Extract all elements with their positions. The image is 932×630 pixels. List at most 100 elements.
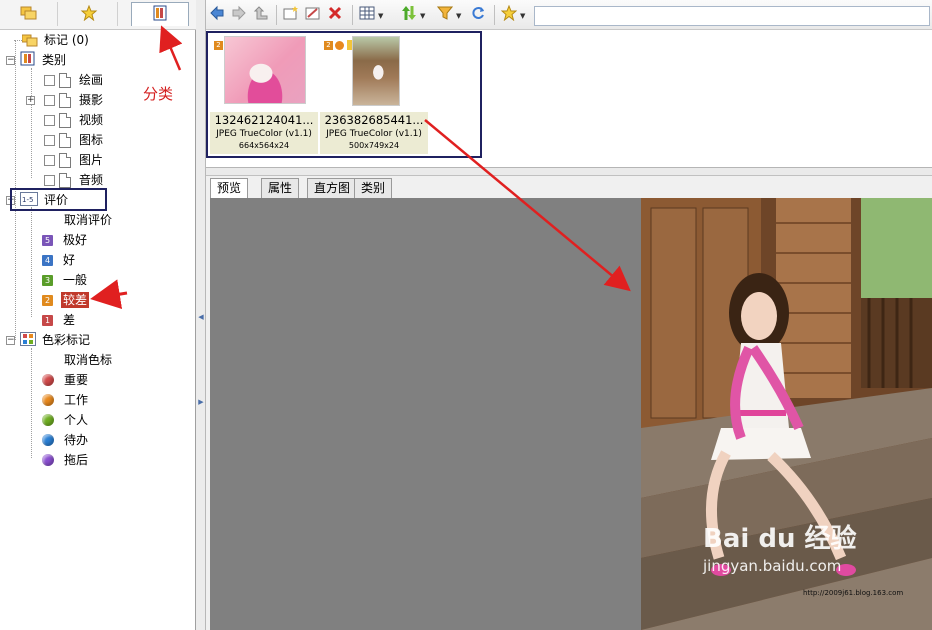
rating-item-5[interactable]: 5 极好 [42, 230, 89, 250]
delete-icon [327, 5, 343, 26]
category-checkbox[interactable] [44, 94, 55, 106]
collapse-categories-toggle[interactable]: − [6, 56, 15, 65]
color-item-important[interactable]: 重要 [42, 370, 90, 390]
delete-button[interactable] [326, 6, 344, 24]
rating-clear-item[interactable]: 取消评价 [62, 210, 114, 230]
rating-clear-label: 取消评价 [64, 213, 113, 227]
sort-dropdown-arrow-icon[interactable]: ▼ [420, 12, 425, 20]
category-item[interactable]: 音频 [44, 170, 105, 190]
category-book-icon [152, 5, 168, 24]
star-icon [80, 4, 98, 24]
tree-label: 色彩标记 [42, 333, 91, 347]
category-checkbox[interactable] [44, 114, 55, 126]
category-item[interactable]: 图标 [44, 130, 105, 150]
new-folder-button[interactable] [282, 5, 300, 26]
annotation-box-rating [10, 188, 107, 211]
filter-button[interactable] [436, 6, 454, 24]
blue-dot-icon [42, 434, 54, 446]
color-label: 待办 [64, 433, 89, 447]
category-label: 摄影 [79, 93, 104, 107]
preview-tab-bar: 预览 属性 直方图 类别 [210, 177, 932, 199]
category-item[interactable]: 图片 [44, 150, 105, 170]
forward-button[interactable] [230, 5, 248, 26]
rating-badge-icon: 4 [42, 254, 53, 266]
search-input[interactable] [534, 6, 930, 26]
category-book-icon [20, 51, 36, 69]
rating-badge-icon: 5 [42, 234, 53, 246]
rename-button[interactable] [304, 6, 322, 24]
category-label: 绘画 [79, 73, 104, 87]
category-checkbox[interactable] [44, 154, 55, 166]
rating-item-1[interactable]: 1 差 [42, 310, 77, 330]
category-checkbox[interactable] [44, 134, 55, 146]
folders-icon [20, 5, 38, 24]
purple-dot-icon [42, 454, 54, 466]
rating-button[interactable] [500, 4, 518, 24]
expand-photography-toggle[interactable]: + [26, 96, 35, 105]
category-item[interactable]: 绘画 [44, 70, 105, 90]
color-label: 工作 [64, 393, 89, 407]
rating-item-3[interactable]: 3 一般 [42, 270, 89, 290]
rating-dropdown-arrow-icon[interactable]: ▼ [520, 12, 525, 20]
left-tab-bar [0, 0, 196, 30]
tab-preview[interactable]: 预览 [210, 178, 249, 199]
rating-label: 极好 [63, 233, 88, 247]
color-item-personal[interactable]: 个人 [42, 410, 90, 430]
document-icon [59, 72, 71, 88]
category-checkbox[interactable] [44, 174, 55, 186]
rating-label-selected: 较差 [61, 292, 90, 308]
document-icon [59, 112, 71, 128]
tree-label: 类别 [42, 53, 67, 67]
up-folder-icon [253, 5, 269, 26]
tab-histogram[interactable]: 直方图 [307, 178, 358, 198]
document-icon [59, 152, 71, 168]
tab-folders[interactable] [0, 2, 58, 26]
color-item-work[interactable]: 工作 [42, 390, 90, 410]
tab-categories[interactable]: 类别 [354, 178, 393, 198]
folder-icon [21, 33, 38, 47]
category-label: 视频 [79, 113, 104, 127]
tab-properties[interactable]: 属性 [261, 178, 300, 198]
collapse-left-arrow-icon[interactable]: ◀ [198, 310, 204, 324]
tree-item-categories[interactable]: 类别 [20, 50, 68, 70]
rating-item-4[interactable]: 4 好 [42, 250, 77, 270]
refresh-button[interactable] [469, 6, 487, 24]
document-icon [59, 132, 71, 148]
color-clear-label: 取消色标 [64, 353, 113, 367]
rating-item-2[interactable]: 2 较差 [42, 290, 90, 310]
expand-right-arrow-icon[interactable]: ▶ [198, 395, 204, 409]
filter-dropdown-arrow-icon[interactable]: ▼ [456, 12, 461, 20]
rename-icon [305, 5, 321, 26]
up-folder-button[interactable] [252, 5, 270, 26]
color-item-todo[interactable]: 待办 [42, 430, 90, 450]
view-mode-button[interactable] [358, 6, 376, 24]
tree-item-tags[interactable]: 标记 (0) [14, 30, 91, 50]
horizontal-splitter[interactable] [206, 168, 932, 176]
preview-area: Bai du 经验 jingyan.baidu.com http://2009j… [210, 198, 932, 630]
vertical-splitter[interactable]: ◀ ▶ [196, 0, 206, 630]
tab-favorites[interactable] [60, 2, 118, 26]
color-item-postpone[interactable]: 拖后 [42, 450, 90, 470]
tree-item-color-labels[interactable]: 色彩标记 [20, 330, 92, 350]
view-mode-icon [359, 5, 375, 26]
back-button[interactable] [208, 5, 226, 24]
color-clear-item[interactable]: 取消色标 [62, 350, 114, 370]
new-folder-icon [283, 5, 299, 26]
rating-label: 一般 [63, 273, 88, 287]
category-item[interactable]: 视频 [44, 110, 105, 130]
color-grid-icon [20, 331, 36, 349]
sort-button[interactable] [400, 5, 418, 24]
category-item[interactable]: 摄影 [44, 90, 105, 110]
category-checkbox[interactable] [44, 74, 55, 86]
orange-dot-icon [42, 394, 54, 406]
collapse-color-labels-toggle[interactable]: − [6, 336, 15, 345]
document-icon [59, 92, 71, 108]
tab-categories[interactable] [131, 2, 189, 26]
rating-badge-icon: 2 [42, 294, 53, 306]
red-dot-icon [42, 374, 54, 386]
view-mode-dropdown-arrow-icon[interactable]: ▼ [378, 12, 383, 20]
category-label: 音频 [79, 173, 104, 187]
watermark-small: http://2009j61.blog.163.com [803, 589, 904, 597]
document-icon [59, 172, 71, 188]
forward-arrow-icon [231, 5, 247, 26]
